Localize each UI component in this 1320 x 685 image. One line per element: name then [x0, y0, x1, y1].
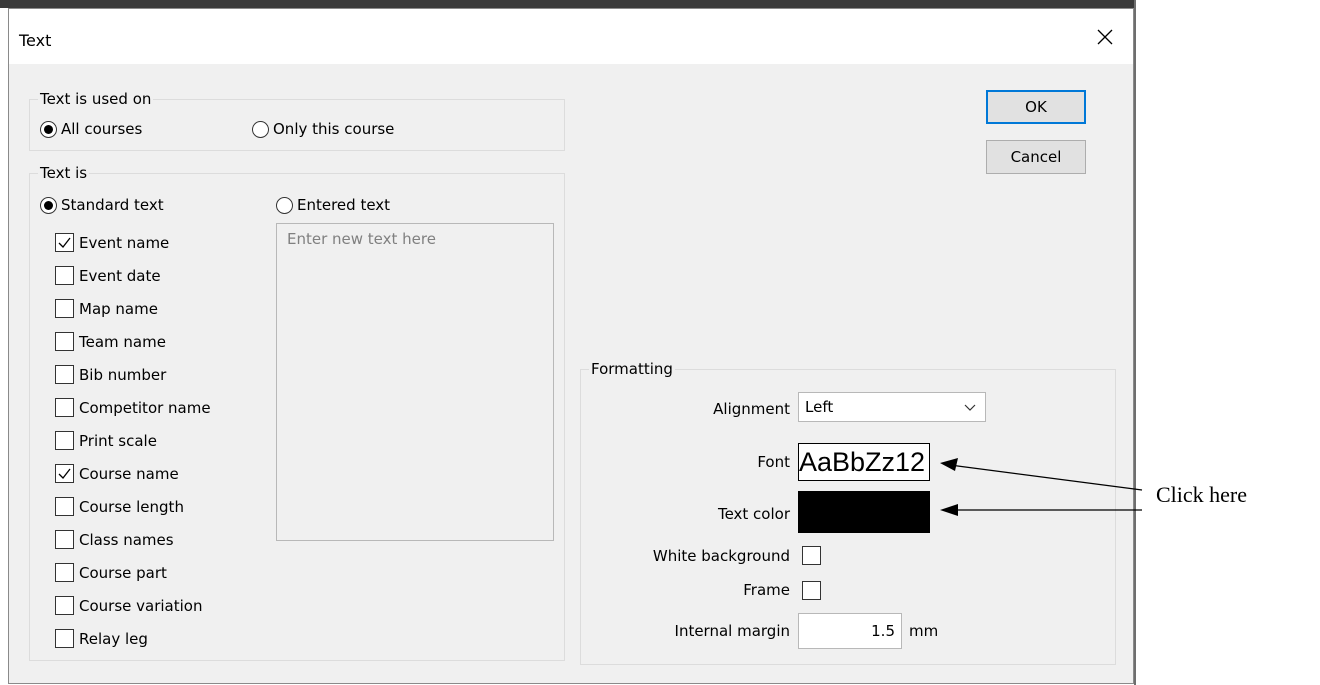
checkbox-competitor-name-box[interactable]	[55, 398, 74, 417]
checkbox-course-variation[interactable]: Course variation	[55, 596, 202, 615]
chevron-down-icon	[964, 404, 976, 411]
radio-standard-text[interactable]: Standard text	[40, 196, 164, 214]
internal-margin-unit: mm	[909, 622, 939, 640]
checkbox-team-name-label: Team name	[79, 332, 166, 351]
radio-entered-text-label: Entered text	[297, 196, 391, 214]
white-background-label: White background	[652, 547, 790, 565]
text-dialog: Text Text is used on All courses Only th…	[8, 8, 1134, 684]
text-is-legend: Text is	[38, 163, 90, 183]
checkbox-course-length-box[interactable]	[55, 497, 74, 516]
checkbox-class-names-label: Class names	[79, 530, 174, 549]
white-background-checkbox[interactable]	[802, 546, 821, 565]
checkbox-event-name-box[interactable]	[55, 233, 74, 252]
radio-all-courses[interactable]: All courses	[40, 120, 142, 138]
checkbox-class-names-box[interactable]	[55, 530, 74, 549]
window-right-edge	[1134, 0, 1136, 685]
checkbox-course-name[interactable]: Course name	[55, 464, 179, 483]
alignment-value: Left	[805, 398, 834, 416]
checkbox-competitor-name[interactable]: Competitor name	[55, 398, 211, 417]
internal-margin-label: Internal margin	[674, 622, 790, 640]
checkbox-event-name[interactable]: Event name	[55, 233, 169, 252]
background-strip	[0, 0, 1135, 8]
alignment-label: Alignment	[713, 400, 790, 418]
ok-button[interactable]: OK	[986, 90, 1086, 124]
checkbox-bib-number[interactable]: Bib number	[55, 365, 166, 384]
font-preview-button[interactable]: AaBbZz12	[798, 443, 930, 481]
text-used-on-legend: Text is used on	[38, 89, 154, 109]
radio-standard-text-indicator[interactable]	[40, 196, 57, 214]
checkbox-competitor-name-label: Competitor name	[79, 398, 211, 417]
frame-checkbox[interactable]	[802, 581, 821, 600]
radio-all-courses-label: All courses	[61, 120, 143, 138]
radio-only-this-course-indicator[interactable]	[252, 120, 269, 138]
alignment-select[interactable]: Left	[798, 392, 986, 422]
radio-standard-text-label: Standard text	[61, 196, 164, 214]
radio-entered-text[interactable]: Entered text	[276, 196, 390, 214]
checkbox-course-part[interactable]: Course part	[55, 563, 167, 582]
checkbox-map-name[interactable]: Map name	[55, 299, 158, 318]
checkmark-icon	[58, 237, 71, 248]
checkbox-course-variation-box[interactable]	[55, 596, 74, 615]
checkbox-print-scale-label: Print scale	[79, 431, 157, 450]
internal-margin-input[interactable]: 1.5	[798, 613, 902, 649]
checkbox-relay-leg-box[interactable]	[55, 629, 74, 648]
text-color-label: Text color	[717, 505, 790, 523]
checkbox-course-name-label: Course name	[79, 464, 179, 483]
text-color-swatch[interactable]	[798, 491, 930, 533]
checkbox-course-length-label: Course length	[79, 497, 184, 516]
checkbox-bib-number-box[interactable]	[55, 365, 74, 384]
checkbox-map-name-label: Map name	[79, 299, 158, 318]
click-here-annotation: Click here	[1156, 482, 1248, 507]
title-bar: Text	[9, 9, 1133, 64]
checkbox-print-scale[interactable]: Print scale	[55, 431, 157, 450]
formatting-legend: Formatting	[589, 359, 675, 379]
frame-label: Frame	[743, 581, 790, 599]
checkbox-event-name-label: Event name	[79, 233, 170, 252]
close-icon	[1097, 29, 1113, 45]
font-label: Font	[757, 453, 790, 471]
cancel-button[interactable]: Cancel	[986, 140, 1086, 174]
radio-only-this-course[interactable]: Only this course	[252, 120, 394, 138]
checkbox-relay-leg-label: Relay leg	[79, 629, 148, 648]
radio-only-this-course-label: Only this course	[273, 120, 395, 138]
dialog-title: Text	[19, 31, 52, 50]
checkbox-course-name-box[interactable]	[55, 464, 74, 483]
radio-all-courses-indicator[interactable]	[40, 120, 57, 138]
checkbox-print-scale-box[interactable]	[55, 431, 74, 450]
checkbox-map-name-box[interactable]	[55, 299, 74, 318]
entered-text-input[interactable]: Enter new text here	[276, 223, 554, 541]
checkbox-course-variation-label: Course variation	[79, 596, 203, 615]
checkbox-event-date[interactable]: Event date	[55, 266, 161, 285]
radio-entered-text-indicator[interactable]	[276, 196, 293, 214]
checkbox-event-date-label: Event date	[79, 266, 161, 285]
checkbox-class-names[interactable]: Class names	[55, 530, 174, 549]
checkmark-icon	[58, 468, 71, 479]
checkbox-bib-number-label: Bib number	[79, 365, 167, 384]
checkbox-course-part-label: Course part	[79, 563, 167, 582]
checkbox-team-name[interactable]: Team name	[55, 332, 166, 351]
close-button[interactable]	[1091, 23, 1119, 51]
checkbox-team-name-box[interactable]	[55, 332, 74, 351]
checkbox-event-date-box[interactable]	[55, 266, 74, 285]
checkbox-course-part-box[interactable]	[55, 563, 74, 582]
checkbox-course-length[interactable]: Course length	[55, 497, 184, 516]
checkbox-relay-leg[interactable]: Relay leg	[55, 629, 148, 648]
